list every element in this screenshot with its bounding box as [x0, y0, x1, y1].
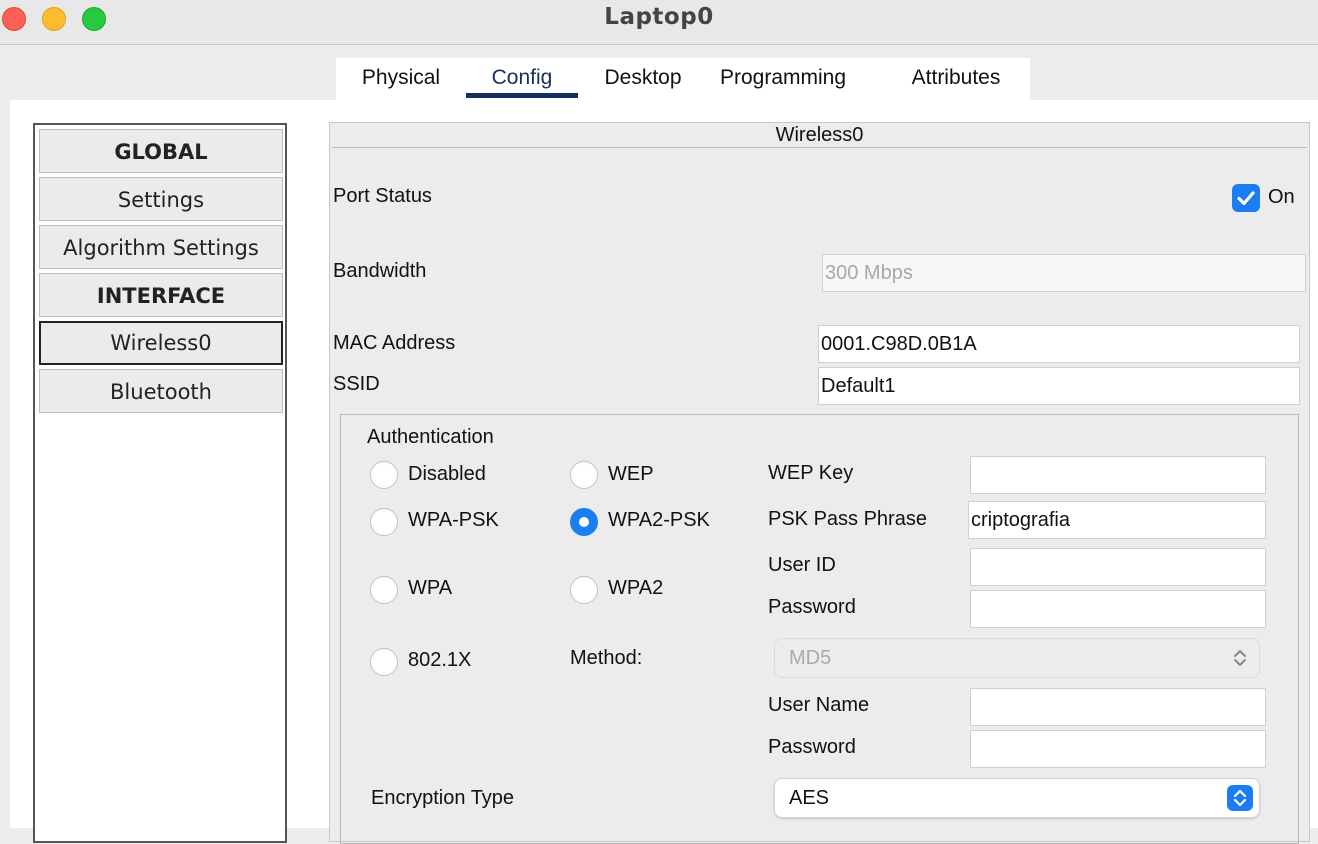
- tab-desktop[interactable]: Desktop: [578, 58, 708, 100]
- method-label: Method:: [570, 647, 643, 669]
- tab-attributes[interactable]: Attributes: [882, 58, 1030, 100]
- psk-pass-phrase-label: PSK Pass Phrase: [768, 508, 927, 530]
- auth-wpa2-radio[interactable]: [570, 576, 598, 604]
- auth-wpa2-psk-radio[interactable]: [570, 508, 598, 536]
- sidebar-item-bluetooth[interactable]: Bluetooth: [39, 369, 283, 413]
- sidebar-item-settings[interactable]: Settings: [39, 177, 283, 221]
- auth-disabled-label: Disabled: [408, 463, 486, 485]
- port-status-checkbox[interactable]: [1232, 184, 1260, 212]
- auth-wep-radio[interactable]: [570, 461, 598, 489]
- psk-pass-phrase-field[interactable]: criptografia: [968, 501, 1266, 539]
- tab-bar: Physical Config Desktop Programming Attr…: [336, 58, 1030, 100]
- sidebar-item-wireless0[interactable]: Wireless0: [39, 321, 283, 365]
- tab-programming[interactable]: Programming: [708, 58, 858, 100]
- auth-wpa-psk-radio[interactable]: [370, 508, 398, 536]
- checkmark-icon: [1237, 191, 1255, 206]
- bandwidth-label: Bandwidth: [333, 260, 427, 282]
- active-tab-indicator: [466, 93, 578, 98]
- mac-address-field[interactable]: 0001.C98D.0B1A: [818, 325, 1300, 363]
- user-id-label: User ID: [768, 554, 836, 576]
- user-name-field[interactable]: [970, 688, 1266, 726]
- auth-wpa-label: WPA: [408, 577, 453, 599]
- auth-wpa-radio[interactable]: [370, 576, 398, 604]
- config-sidebar: GLOBAL Settings Algorithm Settings INTER…: [33, 123, 287, 843]
- user-name-label: User Name: [768, 694, 870, 716]
- auth-802-1x-label: 802.1X: [408, 649, 472, 671]
- user-id-field[interactable]: [970, 548, 1266, 586]
- auth-wpa2-label: WPA2: [608, 577, 664, 599]
- chevron-up-down-icon: [1234, 650, 1246, 666]
- password2-label: Password: [768, 736, 856, 758]
- port-status-on-label: On: [1268, 186, 1295, 208]
- window-title: Laptop0: [604, 4, 714, 30]
- auth-wpa2-psk-label: WPA2-PSK: [608, 509, 710, 531]
- wep-key-label: WEP Key: [768, 462, 854, 484]
- ssid-field[interactable]: Default1: [818, 367, 1300, 405]
- password-field[interactable]: [970, 590, 1266, 628]
- encryption-type-value: AES: [789, 787, 830, 809]
- password-label: Password: [768, 596, 856, 618]
- tab-physical[interactable]: Physical: [336, 58, 466, 100]
- panel-title: Wireless0: [332, 123, 1307, 148]
- auth-802-1x-radio[interactable]: [370, 648, 398, 676]
- authentication-title: Authentication: [367, 426, 494, 448]
- sidebar-item-algorithm-settings[interactable]: Algorithm Settings: [39, 225, 283, 269]
- mac-address-label: MAC Address: [333, 332, 456, 354]
- method-select: MD5: [774, 638, 1260, 678]
- password2-field[interactable]: [970, 730, 1266, 768]
- wep-key-field[interactable]: [970, 456, 1266, 494]
- method-select-value: MD5: [789, 647, 832, 669]
- auth-wpa-psk-label: WPA-PSK: [408, 509, 499, 531]
- chevron-up-down-icon: [1227, 785, 1253, 811]
- window-titlebar: Laptop0: [0, 0, 1318, 44]
- titlebar-divider: [0, 44, 1318, 45]
- port-status-label: Port Status: [333, 185, 432, 207]
- auth-disabled-radio[interactable]: [370, 461, 398, 489]
- sidebar-section-global[interactable]: GLOBAL: [39, 129, 283, 173]
- encryption-type-label: Encryption Type: [371, 787, 515, 809]
- ssid-label: SSID: [333, 373, 380, 395]
- bandwidth-field: 300 Mbps: [822, 254, 1306, 292]
- auth-wep-label: WEP: [608, 463, 654, 485]
- sidebar-section-interface[interactable]: INTERFACE: [39, 273, 283, 317]
- encryption-type-select[interactable]: AES: [774, 778, 1260, 818]
